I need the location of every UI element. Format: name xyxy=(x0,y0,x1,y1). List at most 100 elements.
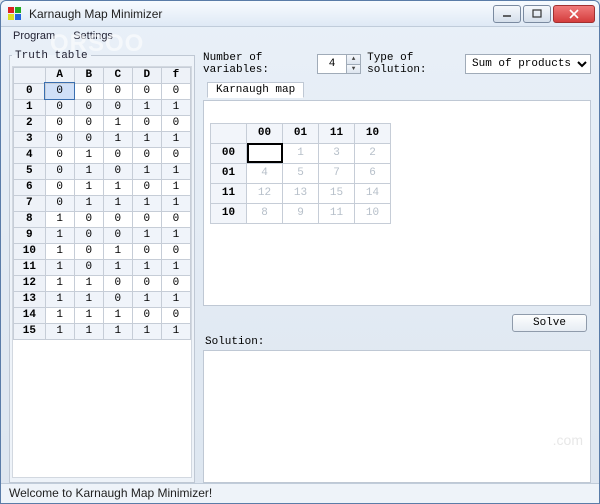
truth-cell[interactable]: 0 xyxy=(45,115,74,131)
truth-cell[interactable]: 1 xyxy=(103,259,132,275)
truth-cell[interactable]: 0 xyxy=(161,275,190,291)
truth-cell[interactable]: 0 xyxy=(161,115,190,131)
truth-cell[interactable]: 1 xyxy=(161,163,190,179)
truth-cell[interactable]: 1 xyxy=(74,291,103,307)
truth-table[interactable]: ABCDf 0000001000112001003001114010005010… xyxy=(13,67,191,340)
truth-cell[interactable]: 0 xyxy=(103,147,132,163)
truth-cell[interactable]: 0 xyxy=(103,99,132,115)
kmap-cell[interactable]: 2 xyxy=(355,143,391,163)
table-row[interactable]: 601101 xyxy=(14,179,191,195)
kmap-cell[interactable]: 6 xyxy=(355,163,391,183)
truth-cell[interactable]: 1 xyxy=(45,227,74,243)
truth-cell[interactable]: 1 xyxy=(161,195,190,211)
truth-cell[interactable]: 1 xyxy=(103,243,132,259)
kmap-cell[interactable]: 12 xyxy=(247,183,283,203)
truth-cell[interactable]: 0 xyxy=(45,131,74,147)
numvars-spinner[interactable]: ▲ ▼ xyxy=(317,54,361,74)
truth-cell[interactable]: 1 xyxy=(103,195,132,211)
numvars-input[interactable] xyxy=(318,55,346,73)
truth-cell[interactable]: 1 xyxy=(161,179,190,195)
kmap-cell[interactable]: 15 xyxy=(319,183,355,203)
truth-cell[interactable]: 1 xyxy=(161,131,190,147)
truth-cell[interactable]: 1 xyxy=(45,307,74,323)
close-button[interactable] xyxy=(553,5,595,23)
kmap-cell[interactable]: 7 xyxy=(319,163,355,183)
truth-cell[interactable]: 1 xyxy=(132,291,161,307)
kmap-cell[interactable]: 11 xyxy=(319,203,355,223)
truth-cell[interactable]: 0 xyxy=(103,291,132,307)
truth-cell[interactable]: 0 xyxy=(132,115,161,131)
truth-cell[interactable]: 1 xyxy=(132,163,161,179)
table-row[interactable]: 401000 xyxy=(14,147,191,163)
minimize-button[interactable] xyxy=(493,5,521,23)
truth-cell[interactable]: 1 xyxy=(74,147,103,163)
kmap-cell[interactable]: 3 xyxy=(319,143,355,163)
kmap-cell[interactable]: 10 xyxy=(355,203,391,223)
table-row[interactable]: 1411100 xyxy=(14,307,191,323)
truth-cell[interactable]: 0 xyxy=(132,243,161,259)
spinner-up-icon[interactable]: ▲ xyxy=(346,55,360,64)
truth-cell[interactable]: 0 xyxy=(161,147,190,163)
truth-cell[interactable]: 1 xyxy=(45,259,74,275)
kmap-cell[interactable] xyxy=(247,143,283,163)
truth-cell[interactable]: 1 xyxy=(74,323,103,339)
spinner-down-icon[interactable]: ▼ xyxy=(346,64,360,73)
truth-cell[interactable]: 1 xyxy=(103,179,132,195)
truth-table-scroll[interactable]: ABCDf 0000001000112001003001114010005010… xyxy=(12,66,192,478)
kmap-cell[interactable]: 14 xyxy=(355,183,391,203)
table-row[interactable]: 501011 xyxy=(14,163,191,179)
table-row[interactable]: 200100 xyxy=(14,115,191,131)
truth-cell[interactable]: 0 xyxy=(132,211,161,227)
table-row[interactable]: 100011 xyxy=(14,99,191,115)
table-row[interactable]: 910011 xyxy=(14,227,191,243)
truth-cell[interactable]: 1 xyxy=(74,179,103,195)
kmap-cell[interactable]: 13 xyxy=(283,183,319,203)
truth-cell[interactable]: 0 xyxy=(103,275,132,291)
truth-cell[interactable]: 0 xyxy=(103,211,132,227)
menu-settings[interactable]: Settings xyxy=(65,29,121,43)
truth-cell[interactable]: 0 xyxy=(45,163,74,179)
truth-cell[interactable]: 1 xyxy=(132,131,161,147)
truth-cell[interactable]: 1 xyxy=(132,99,161,115)
truth-cell[interactable]: 1 xyxy=(132,227,161,243)
table-row[interactable]: 000000 xyxy=(14,83,191,99)
truth-cell[interactable]: 0 xyxy=(132,147,161,163)
truth-cell[interactable]: 0 xyxy=(132,179,161,195)
truth-cell[interactable]: 1 xyxy=(45,291,74,307)
kmap-cell[interactable]: 1 xyxy=(283,143,319,163)
truth-cell[interactable]: 0 xyxy=(74,211,103,227)
truth-cell[interactable]: 1 xyxy=(161,323,190,339)
truth-cell[interactable]: 0 xyxy=(74,99,103,115)
table-row[interactable]: 1311011 xyxy=(14,291,191,307)
menu-program[interactable]: Program xyxy=(5,29,63,43)
truth-cell[interactable]: 0 xyxy=(74,115,103,131)
truth-cell[interactable]: 1 xyxy=(161,259,190,275)
truth-cell[interactable]: 0 xyxy=(103,163,132,179)
kmap-grid[interactable]: 00011110 00132014576111213151410891110 xyxy=(210,123,391,224)
kmap-cell[interactable]: 9 xyxy=(283,203,319,223)
solve-button[interactable]: Solve xyxy=(512,314,587,332)
truth-cell[interactable]: 1 xyxy=(161,291,190,307)
truth-cell[interactable]: 0 xyxy=(45,179,74,195)
truth-cell[interactable]: 0 xyxy=(103,227,132,243)
truth-cell[interactable]: 0 xyxy=(74,131,103,147)
truth-cell[interactable]: 1 xyxy=(103,307,132,323)
truth-cell[interactable]: 1 xyxy=(45,323,74,339)
truth-cell[interactable]: 0 xyxy=(103,83,132,99)
truth-cell[interactable]: 1 xyxy=(74,163,103,179)
truth-cell[interactable]: 0 xyxy=(45,195,74,211)
truth-cell[interactable]: 0 xyxy=(74,243,103,259)
truth-cell[interactable]: 0 xyxy=(132,275,161,291)
table-row[interactable]: 1511111 xyxy=(14,323,191,339)
table-row[interactable]: 1211000 xyxy=(14,275,191,291)
truth-cell[interactable]: 0 xyxy=(132,307,161,323)
kmap-cell[interactable]: 5 xyxy=(283,163,319,183)
truth-cell[interactable]: 0 xyxy=(161,307,190,323)
tab-kmap[interactable]: Karnaugh map xyxy=(207,82,304,98)
kmap-cell[interactable]: 4 xyxy=(247,163,283,183)
truth-cell[interactable]: 1 xyxy=(132,323,161,339)
truth-cell[interactable]: 0 xyxy=(74,83,103,99)
truth-cell[interactable]: 0 xyxy=(161,83,190,99)
truth-cell[interactable]: 0 xyxy=(74,227,103,243)
truth-cell[interactable]: 1 xyxy=(45,275,74,291)
